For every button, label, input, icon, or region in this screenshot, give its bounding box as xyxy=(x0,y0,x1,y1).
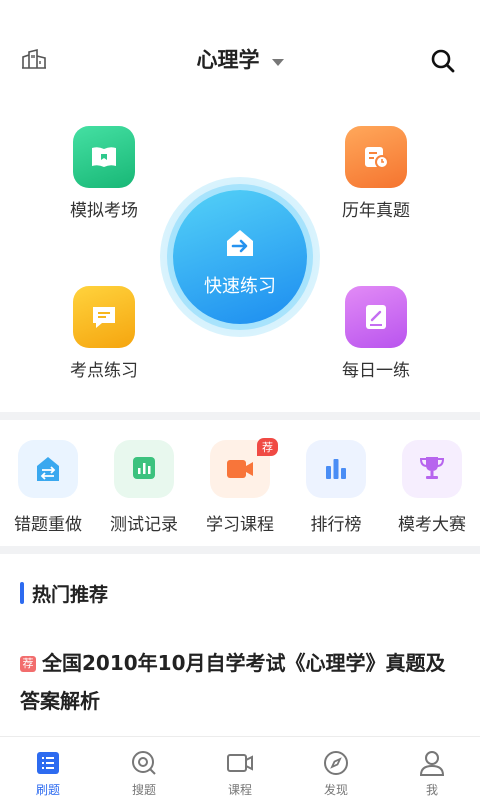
compass-icon xyxy=(322,749,350,777)
shortcut-test-records[interactable]: 测试记录 xyxy=(96,440,192,535)
mock-exam-tile[interactable]: 模拟考场 xyxy=(34,126,174,221)
recommend-badge: 荐 xyxy=(257,438,278,456)
page-title[interactable]: 心理学 xyxy=(197,48,260,72)
book-icon xyxy=(73,126,135,188)
house-arrow-icon xyxy=(227,230,253,256)
shortcut-ranking[interactable]: 排行榜 xyxy=(288,440,384,535)
past-exams-tile[interactable]: 历年真题 xyxy=(306,126,446,221)
article-title[interactable]: 全国2010年10月自学考试《心理学》真题及答案解析 xyxy=(20,651,446,713)
section-title: 热门推荐 xyxy=(32,584,109,606)
recommended-article[interactable]: 荐全国2010年10月自学考试《心理学》真题及答案解析 xyxy=(20,644,460,720)
divider xyxy=(0,546,480,554)
nav-me[interactable]: 我 xyxy=(392,749,472,798)
message-icon xyxy=(73,286,135,348)
shortcut-label: 模考大赛 xyxy=(398,515,466,535)
divider xyxy=(0,412,480,420)
nav-practice[interactable]: 刷题 xyxy=(8,749,88,798)
key-points-tile[interactable]: 考点练习 xyxy=(34,286,174,381)
past-exams-label: 历年真题 xyxy=(342,201,410,221)
nav-label: 搜题 xyxy=(131,783,156,797)
nav-discover[interactable]: 发现 xyxy=(296,749,376,798)
search-question-icon xyxy=(130,749,158,777)
quick-practice-button[interactable]: 快速练习 xyxy=(160,177,320,337)
search-icon[interactable] xyxy=(430,48,456,74)
shortcut-label: 测试记录 xyxy=(110,515,178,535)
shortcut-wrong-questions[interactable]: 错题重做 xyxy=(0,440,96,535)
video-icon: 荐 xyxy=(210,438,278,498)
shortcut-label: 排行榜 xyxy=(310,515,362,535)
chevron-down-icon[interactable] xyxy=(271,59,284,66)
trophy-icon xyxy=(402,440,462,498)
nav-label: 刷题 xyxy=(35,783,60,797)
shortcut-label: 学习课程 xyxy=(206,515,274,535)
daily-practice-tile[interactable]: 每日一练 xyxy=(306,286,446,381)
bottom-nav: 刷题 搜题 课程 发现 我 xyxy=(0,736,480,801)
subject-selector[interactable]: 心理学 xyxy=(0,44,480,74)
notebook-pen-icon xyxy=(345,286,407,348)
video-camera-icon xyxy=(226,749,254,777)
redo-icon xyxy=(18,440,78,498)
ranking-icon xyxy=(306,440,366,498)
list-icon xyxy=(34,749,62,777)
mock-exam-label: 模拟考场 xyxy=(70,201,138,221)
user-icon xyxy=(418,749,446,777)
quick-practice-label: 快速练习 xyxy=(204,276,276,297)
nav-search[interactable]: 搜题 xyxy=(104,749,184,798)
shortcut-label: 错题重做 xyxy=(14,515,82,535)
top-bar: 心理学 xyxy=(0,0,480,120)
nav-label: 发现 xyxy=(323,783,348,797)
key-points-label: 考点练习 xyxy=(70,361,138,381)
shortcut-courses[interactable]: 荐 学习课程 xyxy=(192,438,288,535)
nav-label: 课程 xyxy=(227,783,252,797)
daily-practice-label: 每日一练 xyxy=(342,361,410,381)
nav-courses[interactable]: 课程 xyxy=(200,749,280,798)
section-accent-bar xyxy=(20,582,24,604)
shortcut-mock-contest[interactable]: 模考大赛 xyxy=(384,440,480,535)
recommend-tag: 荐 xyxy=(20,656,36,672)
quick-practice-core[interactable]: 快速练习 xyxy=(173,190,307,324)
chart-icon xyxy=(114,440,174,498)
calendar-clock-icon xyxy=(345,126,407,188)
nav-label: 我 xyxy=(425,783,438,797)
